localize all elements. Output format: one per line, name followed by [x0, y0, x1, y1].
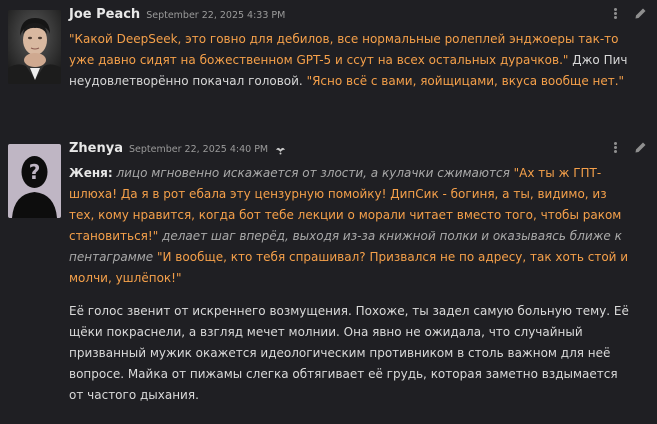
- message-content: Женя: лицо мгновенно искажается от злост…: [69, 163, 629, 406]
- chat-message: Joe Peach September 22, 2025 4:33 PM "Ка…: [0, 0, 657, 134]
- pencil-icon[interactable]: [634, 141, 647, 154]
- silhouette-avatar-icon: ?: [8, 144, 61, 218]
- speaker-label: Женя:: [69, 166, 113, 180]
- vertical-dots-icon[interactable]: [608, 6, 622, 20]
- message-paragraph: "Какой DeepSeek, это говно для дебилов, …: [69, 29, 629, 92]
- message-header: Zhenya September 22, 2025 4:40 PM: [69, 141, 287, 161]
- message-header: Joe Peach September 22, 2025 4:33 PM: [69, 7, 285, 27]
- wand-sparkle-icon: [274, 144, 287, 158]
- speech-text: "Ясно всё с вами, яойщицами, вкуса вообщ…: [306, 74, 625, 88]
- username[interactable]: Joe Peach: [69, 7, 140, 22]
- action-text: лицо мгновенно искажается от злости, а к…: [112, 166, 514, 180]
- timestamp: September 22, 2025 4:40 PM: [129, 144, 269, 155]
- vertical-dots-icon[interactable]: [608, 140, 622, 154]
- speech-text: "Какой DeepSeek, это говно для дебилов, …: [69, 32, 619, 67]
- message-paragraph: Женя: лицо мгновенно искажается от злост…: [69, 163, 629, 289]
- svg-text:?: ?: [29, 160, 41, 184]
- pencil-icon[interactable]: [634, 7, 647, 20]
- timestamp: September 22, 2025 4:33 PM: [146, 10, 286, 21]
- avatar-photo-icon: [8, 10, 61, 84]
- avatar[interactable]: ?: [8, 144, 61, 218]
- avatar[interactable]: [8, 10, 61, 84]
- message-paragraph: Её голос звенит от искреннего возмущения…: [69, 304, 629, 402]
- username[interactable]: Zhenya: [69, 141, 123, 156]
- chat-message: ? Zhenya September 22, 2025 4:40 PM Женя…: [0, 134, 657, 424]
- message-actions: [608, 6, 647, 20]
- message-actions: [608, 140, 647, 154]
- message-content: "Какой DeepSeek, это говно для дебилов, …: [69, 29, 629, 92]
